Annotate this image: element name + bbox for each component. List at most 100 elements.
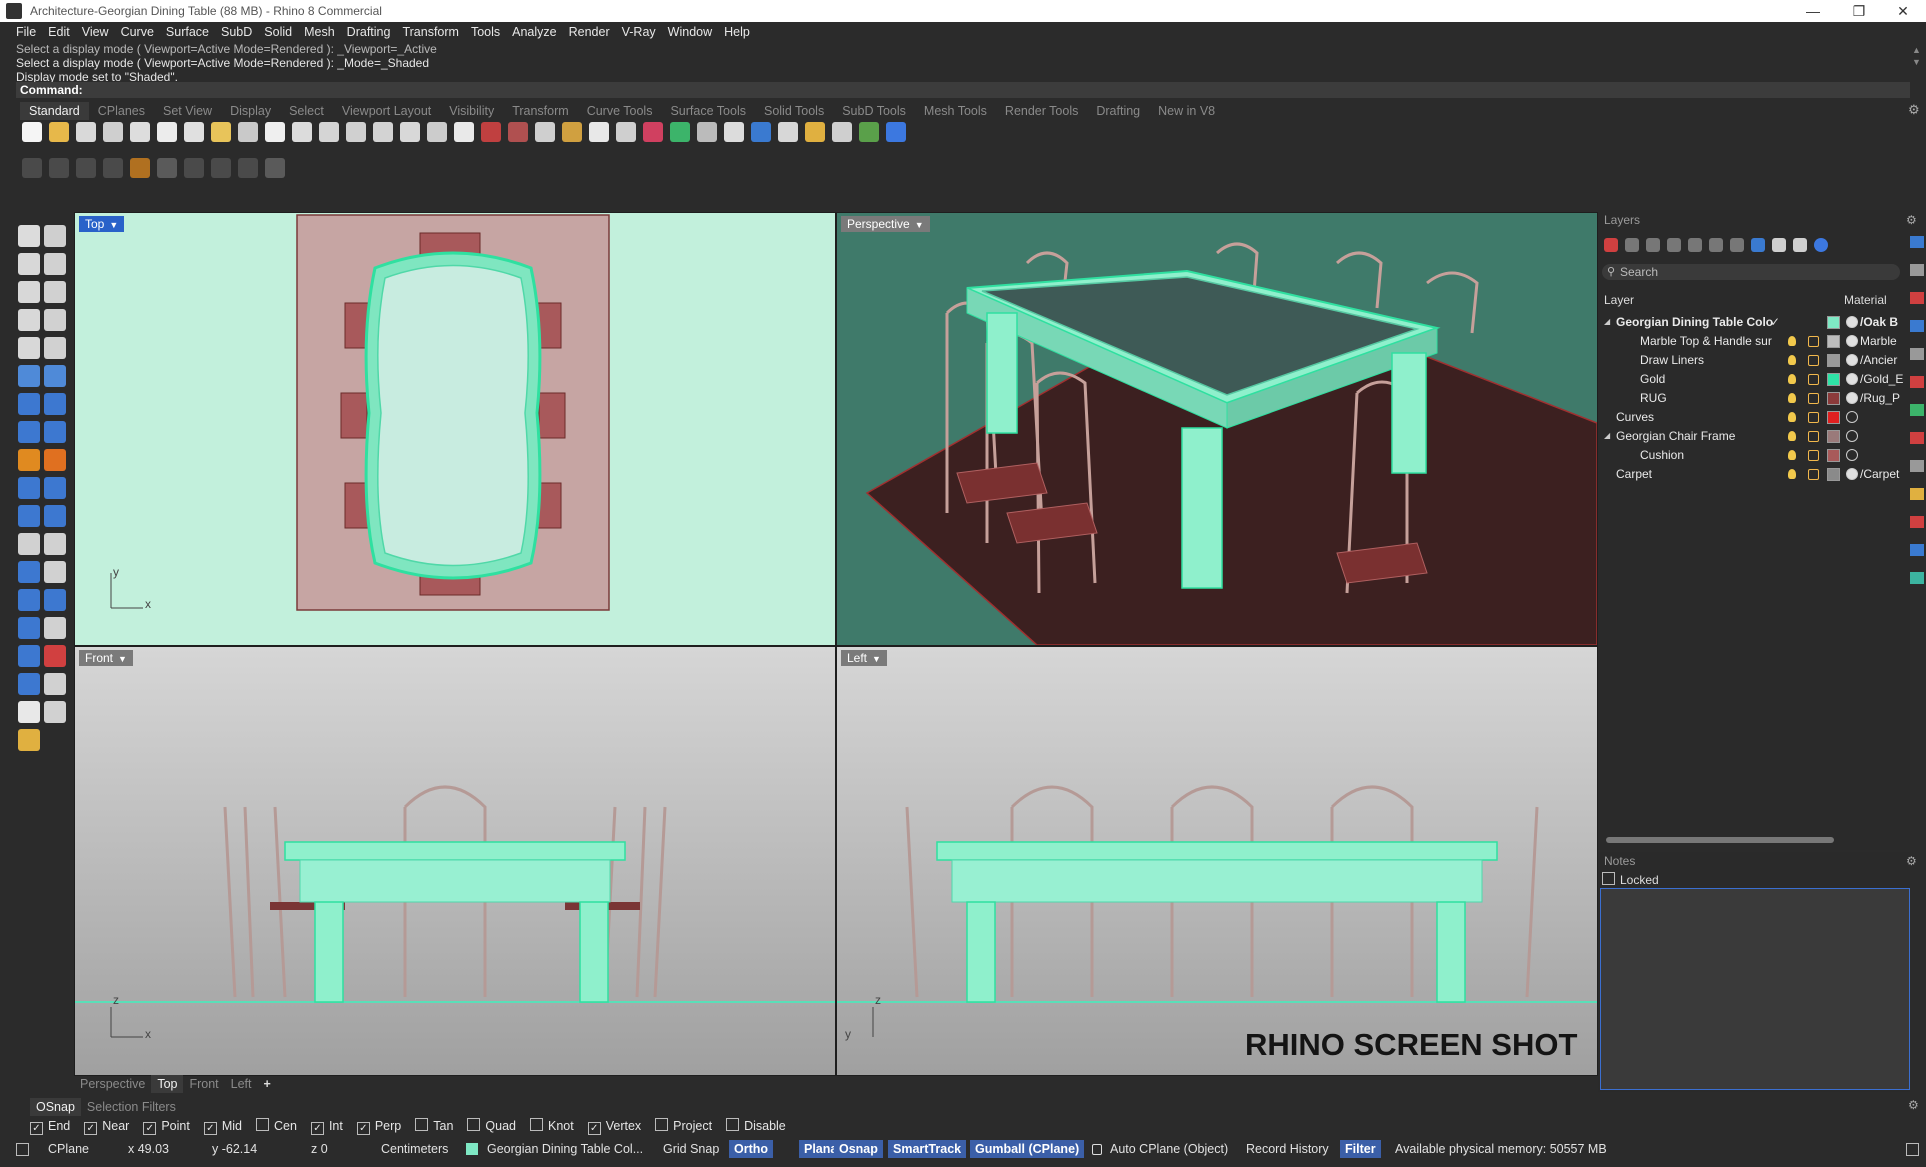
restore-button[interactable]: ❐ xyxy=(1836,0,1882,22)
new-sublayer-icon[interactable] xyxy=(1625,238,1639,252)
viewport-top[interactable]: Top ▼ y x xyxy=(74,212,836,646)
osnap-checkbox[interactable] xyxy=(467,1118,481,1131)
help-icon[interactable] xyxy=(886,122,906,142)
expand-toggle-icon[interactable]: ◢ xyxy=(1604,427,1610,445)
tab-visibility[interactable]: Visibility xyxy=(440,102,503,120)
duplicate-layer-icon[interactable] xyxy=(1667,238,1681,252)
material-icon[interactable] xyxy=(1846,335,1858,347)
viewport-tab-front[interactable]: Front xyxy=(183,1075,224,1093)
sun-tab-icon[interactable] xyxy=(1910,460,1924,472)
ellipse-icon[interactable] xyxy=(44,281,66,303)
cplane-icon[interactable] xyxy=(481,122,501,142)
current-layer-check-icon[interactable]: ✓ xyxy=(1770,313,1780,331)
rotate-view-icon[interactable] xyxy=(292,122,312,142)
box-icon[interactable] xyxy=(18,393,40,415)
circle-icon[interactable] xyxy=(18,281,40,303)
visibility-bulb-icon[interactable] xyxy=(1788,393,1796,403)
auto-cplane-pane[interactable]: Auto CPlane (Object) xyxy=(1110,1141,1228,1157)
osnap-option[interactable]: Tan xyxy=(415,1117,453,1135)
menu-analyze[interactable]: Analyze xyxy=(506,22,562,42)
delete-icon[interactable] xyxy=(1646,238,1660,252)
chevron-down-icon[interactable]: ▼ xyxy=(872,651,881,667)
osnap-option[interactable]: ✓ Point xyxy=(143,1117,190,1135)
viewport-left[interactable]: Left ▼ z y xyxy=(836,646,1598,1076)
command-prompt[interactable]: Command: xyxy=(16,82,1910,98)
viewport-tab-top[interactable]: Top xyxy=(151,1075,184,1093)
viewport-label-front[interactable]: Front ▼ xyxy=(79,650,133,666)
undo-view-icon[interactable] xyxy=(427,122,447,142)
lock-icon[interactable] xyxy=(1808,355,1819,366)
layer-color-swatch[interactable] xyxy=(1827,449,1840,462)
material-icon[interactable] xyxy=(1846,392,1858,404)
trim-icon[interactable] xyxy=(44,449,66,471)
grasshopper-icon[interactable] xyxy=(859,122,879,142)
mesh-icon[interactable] xyxy=(44,421,66,443)
notes-textarea[interactable] xyxy=(1600,888,1910,1090)
expand-toggle-icon[interactable]: ◢ xyxy=(1604,313,1610,331)
paste-icon[interactable] xyxy=(211,122,231,142)
menu-solid[interactable]: Solid xyxy=(258,22,298,42)
osnap-option[interactable]: Knot xyxy=(530,1117,574,1135)
material-icon[interactable] xyxy=(1846,354,1858,366)
units-label[interactable]: Centimeters xyxy=(381,1141,448,1157)
select-filter-icon[interactable] xyxy=(562,122,582,142)
tab-solid-tools[interactable]: Solid Tools xyxy=(755,102,833,120)
lights-tab-icon[interactable] xyxy=(1910,432,1924,444)
polyline-icon[interactable] xyxy=(18,253,40,275)
layer-row[interactable]: ◢ Georgian Chair Frame xyxy=(1598,427,1906,445)
visibility-bulb-icon[interactable] xyxy=(1788,336,1796,346)
gear-icon[interactable]: ⚙ xyxy=(1908,102,1920,118)
rectangle-icon[interactable] xyxy=(44,309,66,331)
lock-icon[interactable] xyxy=(1808,393,1819,404)
menu-render[interactable]: Render xyxy=(563,22,616,42)
layer-row[interactable]: Draw Liners/Ancier xyxy=(1598,351,1906,369)
shell-icon[interactable] xyxy=(44,477,66,499)
layer-row[interactable]: Carpet/Carpet xyxy=(1598,465,1906,483)
material-icon[interactable] xyxy=(1846,430,1858,442)
osnap-option[interactable]: ✓ End xyxy=(30,1117,70,1135)
layer-color-swatch[interactable] xyxy=(1827,316,1840,329)
add-viewport-icon[interactable]: + xyxy=(258,1075,277,1093)
viewport-tab-perspective[interactable]: Perspective xyxy=(74,1075,151,1093)
osnap-pane[interactable]: Osnap xyxy=(834,1140,883,1158)
scale-icon[interactable] xyxy=(44,561,66,583)
osnap-option[interactable]: ✓ Mid xyxy=(203,1117,242,1135)
locked-checkbox[interactable]: Locked xyxy=(1602,872,1659,887)
zoom-icon[interactable] xyxy=(319,122,339,142)
layer-row[interactable]: Curves xyxy=(1598,408,1906,426)
move-parent-icon[interactable] xyxy=(1730,238,1744,252)
filter-icon[interactable] xyxy=(1751,238,1765,252)
vray-tool-icon[interactable] xyxy=(184,158,204,178)
filter-pane[interactable]: Filter xyxy=(1340,1140,1381,1158)
move-down-icon[interactable] xyxy=(1709,238,1723,252)
cplane-label[interactable]: CPlane xyxy=(48,1141,89,1157)
column-header-layer[interactable]: Layer xyxy=(1604,293,1634,307)
visibility-bulb-icon[interactable] xyxy=(1788,469,1796,479)
render-preview-icon[interactable] xyxy=(778,122,798,142)
sweep-icon[interactable] xyxy=(44,701,66,723)
copy-object-icon[interactable] xyxy=(44,533,66,555)
extrude-icon[interactable] xyxy=(18,421,40,443)
new-layer-icon[interactable] xyxy=(1604,238,1618,252)
visibility-bulb-icon[interactable] xyxy=(1788,412,1796,422)
horizontal-scrollbar[interactable] xyxy=(1606,837,1834,843)
command-scroll-arrows[interactable]: ▲ ▼ xyxy=(1912,44,1922,74)
menu-drafting[interactable]: Drafting xyxy=(341,22,397,42)
move-icon[interactable] xyxy=(18,533,40,555)
point-icon[interactable] xyxy=(44,225,66,247)
current-layer[interactable]: Georgian Dining Table Col... xyxy=(487,1141,643,1157)
render-mesh-icon[interactable] xyxy=(18,673,40,695)
light-bulb-icon[interactable] xyxy=(589,122,609,142)
sun-icon[interactable] xyxy=(805,122,825,142)
grid-view-icon[interactable] xyxy=(1772,238,1786,252)
vray-disabled-icon[interactable] xyxy=(49,158,69,178)
named-views-tab-icon[interactable] xyxy=(1910,488,1924,500)
menu-transform[interactable]: Transform xyxy=(396,22,465,42)
texture-tab-icon[interactable] xyxy=(1910,376,1924,388)
tab-osnap[interactable]: OSnap xyxy=(30,1098,81,1116)
set-cplane-icon[interactable] xyxy=(508,122,528,142)
osnap-checkbox[interactable]: ✓ xyxy=(84,1122,98,1135)
four-viewports-icon[interactable] xyxy=(454,122,474,142)
osnap-option[interactable]: Project xyxy=(655,1117,712,1135)
properties-tab-icon[interactable] xyxy=(1910,236,1924,248)
